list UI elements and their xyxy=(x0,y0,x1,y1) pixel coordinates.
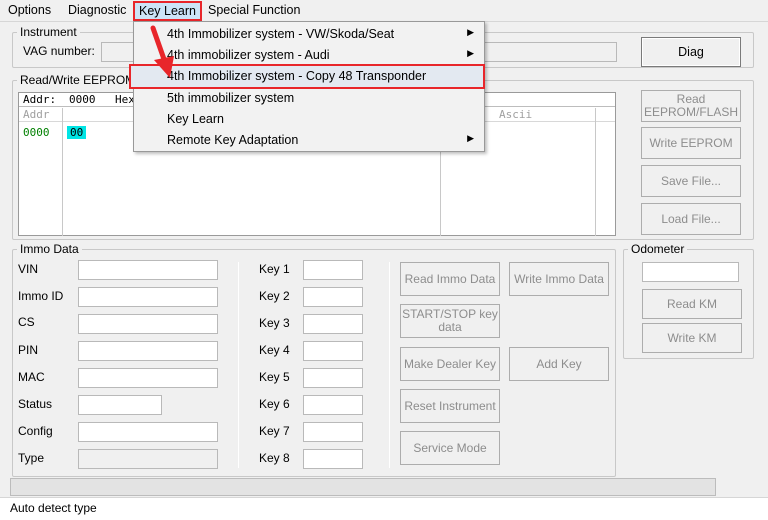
separator xyxy=(238,262,239,468)
key2-field[interactable] xyxy=(303,287,363,307)
key3-field[interactable] xyxy=(303,314,363,334)
pin-field[interactable] xyxy=(78,341,218,361)
mac-label: MAC xyxy=(18,370,45,384)
menu-bar: Options Diagnostic Key Learn Special Fun… xyxy=(0,0,768,22)
menu-item-remote-key-adaptation[interactable]: Remote Key Adaptation ▶ xyxy=(134,130,484,151)
status-text: Auto detect type xyxy=(10,501,97,515)
pin-label: PIN xyxy=(18,343,39,357)
submenu-arrow-icon: ▶ xyxy=(467,27,474,37)
vin-label: VIN xyxy=(18,262,39,276)
service-mode-button[interactable]: Service Mode xyxy=(400,431,500,465)
key6-label: Key 6 xyxy=(259,397,290,411)
type-field xyxy=(78,449,218,469)
save-file-button[interactable]: Save File... xyxy=(641,165,741,197)
addr-value: 0000 xyxy=(69,93,96,106)
odometer-legend: Odometer xyxy=(628,242,688,256)
submenu-arrow-icon: ▶ xyxy=(467,133,474,143)
key4-label: Key 4 xyxy=(259,343,290,357)
col-addr-header: Addr xyxy=(23,108,50,121)
key6-field[interactable] xyxy=(303,395,363,415)
diag-button[interactable]: Diag xyxy=(641,37,741,67)
menu-item-key-learn[interactable]: Key Learn xyxy=(134,109,484,130)
key7-field[interactable] xyxy=(303,422,363,442)
read-eeprom-button[interactable]: Read EEPROM/FLASH xyxy=(641,90,741,122)
addr-label: Addr: xyxy=(23,93,57,106)
write-immo-data-button[interactable]: Write Immo Data xyxy=(509,262,609,296)
make-dealer-key-button[interactable]: Make Dealer Key xyxy=(400,347,500,381)
start-stop-key-data-button[interactable]: START/STOP key data xyxy=(400,304,500,338)
write-km-button[interactable]: Write KM xyxy=(642,323,742,353)
row-address: 0000 xyxy=(23,126,50,139)
instrument-legend: Instrument xyxy=(17,25,80,39)
reset-instrument-button[interactable]: Reset Instrument xyxy=(400,389,500,423)
vag-number-label: VAG number: xyxy=(23,44,95,58)
read-immo-data-button[interactable]: Read Immo Data xyxy=(400,262,500,296)
key8-label: Key 8 xyxy=(259,451,290,465)
status-bar: Auto detect type xyxy=(0,497,768,520)
menu-diagnostic[interactable]: Diagnostic xyxy=(68,3,126,17)
key7-label: Key 7 xyxy=(259,424,290,438)
key3-label: Key 3 xyxy=(259,316,290,330)
menu-options[interactable]: Options xyxy=(8,3,51,17)
hex-cell-selected[interactable]: 00 xyxy=(67,126,87,139)
add-key-button[interactable]: Add Key xyxy=(509,347,609,381)
column-divider xyxy=(595,108,596,236)
vin-field[interactable] xyxy=(78,260,218,280)
menu-item-5th-immo[interactable]: 5th immobilizer system xyxy=(134,88,484,109)
status-field[interactable] xyxy=(78,395,162,415)
cs-label: CS xyxy=(18,315,35,329)
key5-label: Key 5 xyxy=(259,370,290,384)
write-eeprom-button[interactable]: Write EEPROM xyxy=(641,127,741,159)
load-file-button[interactable]: Load File... xyxy=(641,203,741,235)
key5-field[interactable] xyxy=(303,368,363,388)
odometer-field[interactable] xyxy=(642,262,739,282)
cs-field[interactable] xyxy=(78,314,218,334)
annotation-arrow-icon xyxy=(150,25,174,78)
config-field[interactable] xyxy=(78,422,218,442)
submenu-arrow-icon: ▶ xyxy=(467,48,474,58)
mac-field[interactable] xyxy=(78,368,218,388)
status-label: Status xyxy=(18,397,53,411)
type-label: Type xyxy=(18,451,45,465)
config-label: Config xyxy=(18,424,53,438)
eeprom-legend: Read/Write EEPROM xyxy=(17,73,139,87)
read-km-button[interactable]: Read KM xyxy=(642,289,742,319)
column-divider xyxy=(62,108,63,236)
menu-key-learn[interactable]: Key Learn xyxy=(133,1,202,21)
hex-label: Hex xyxy=(115,93,135,106)
col-ascii-header: Ascii xyxy=(499,108,533,121)
immo-data-legend: Immo Data xyxy=(17,242,82,256)
key2-label: Key 2 xyxy=(259,289,290,303)
immo-id-label: Immo ID xyxy=(18,289,64,303)
immo-id-field[interactable] xyxy=(78,287,218,307)
menu-special-function[interactable]: Special Function xyxy=(208,3,300,17)
key1-label: Key 1 xyxy=(259,262,290,276)
key1-field[interactable] xyxy=(303,260,363,280)
key8-field[interactable] xyxy=(303,449,363,469)
progress-bar xyxy=(10,478,716,496)
key4-field[interactable] xyxy=(303,341,363,361)
separator xyxy=(389,262,390,468)
